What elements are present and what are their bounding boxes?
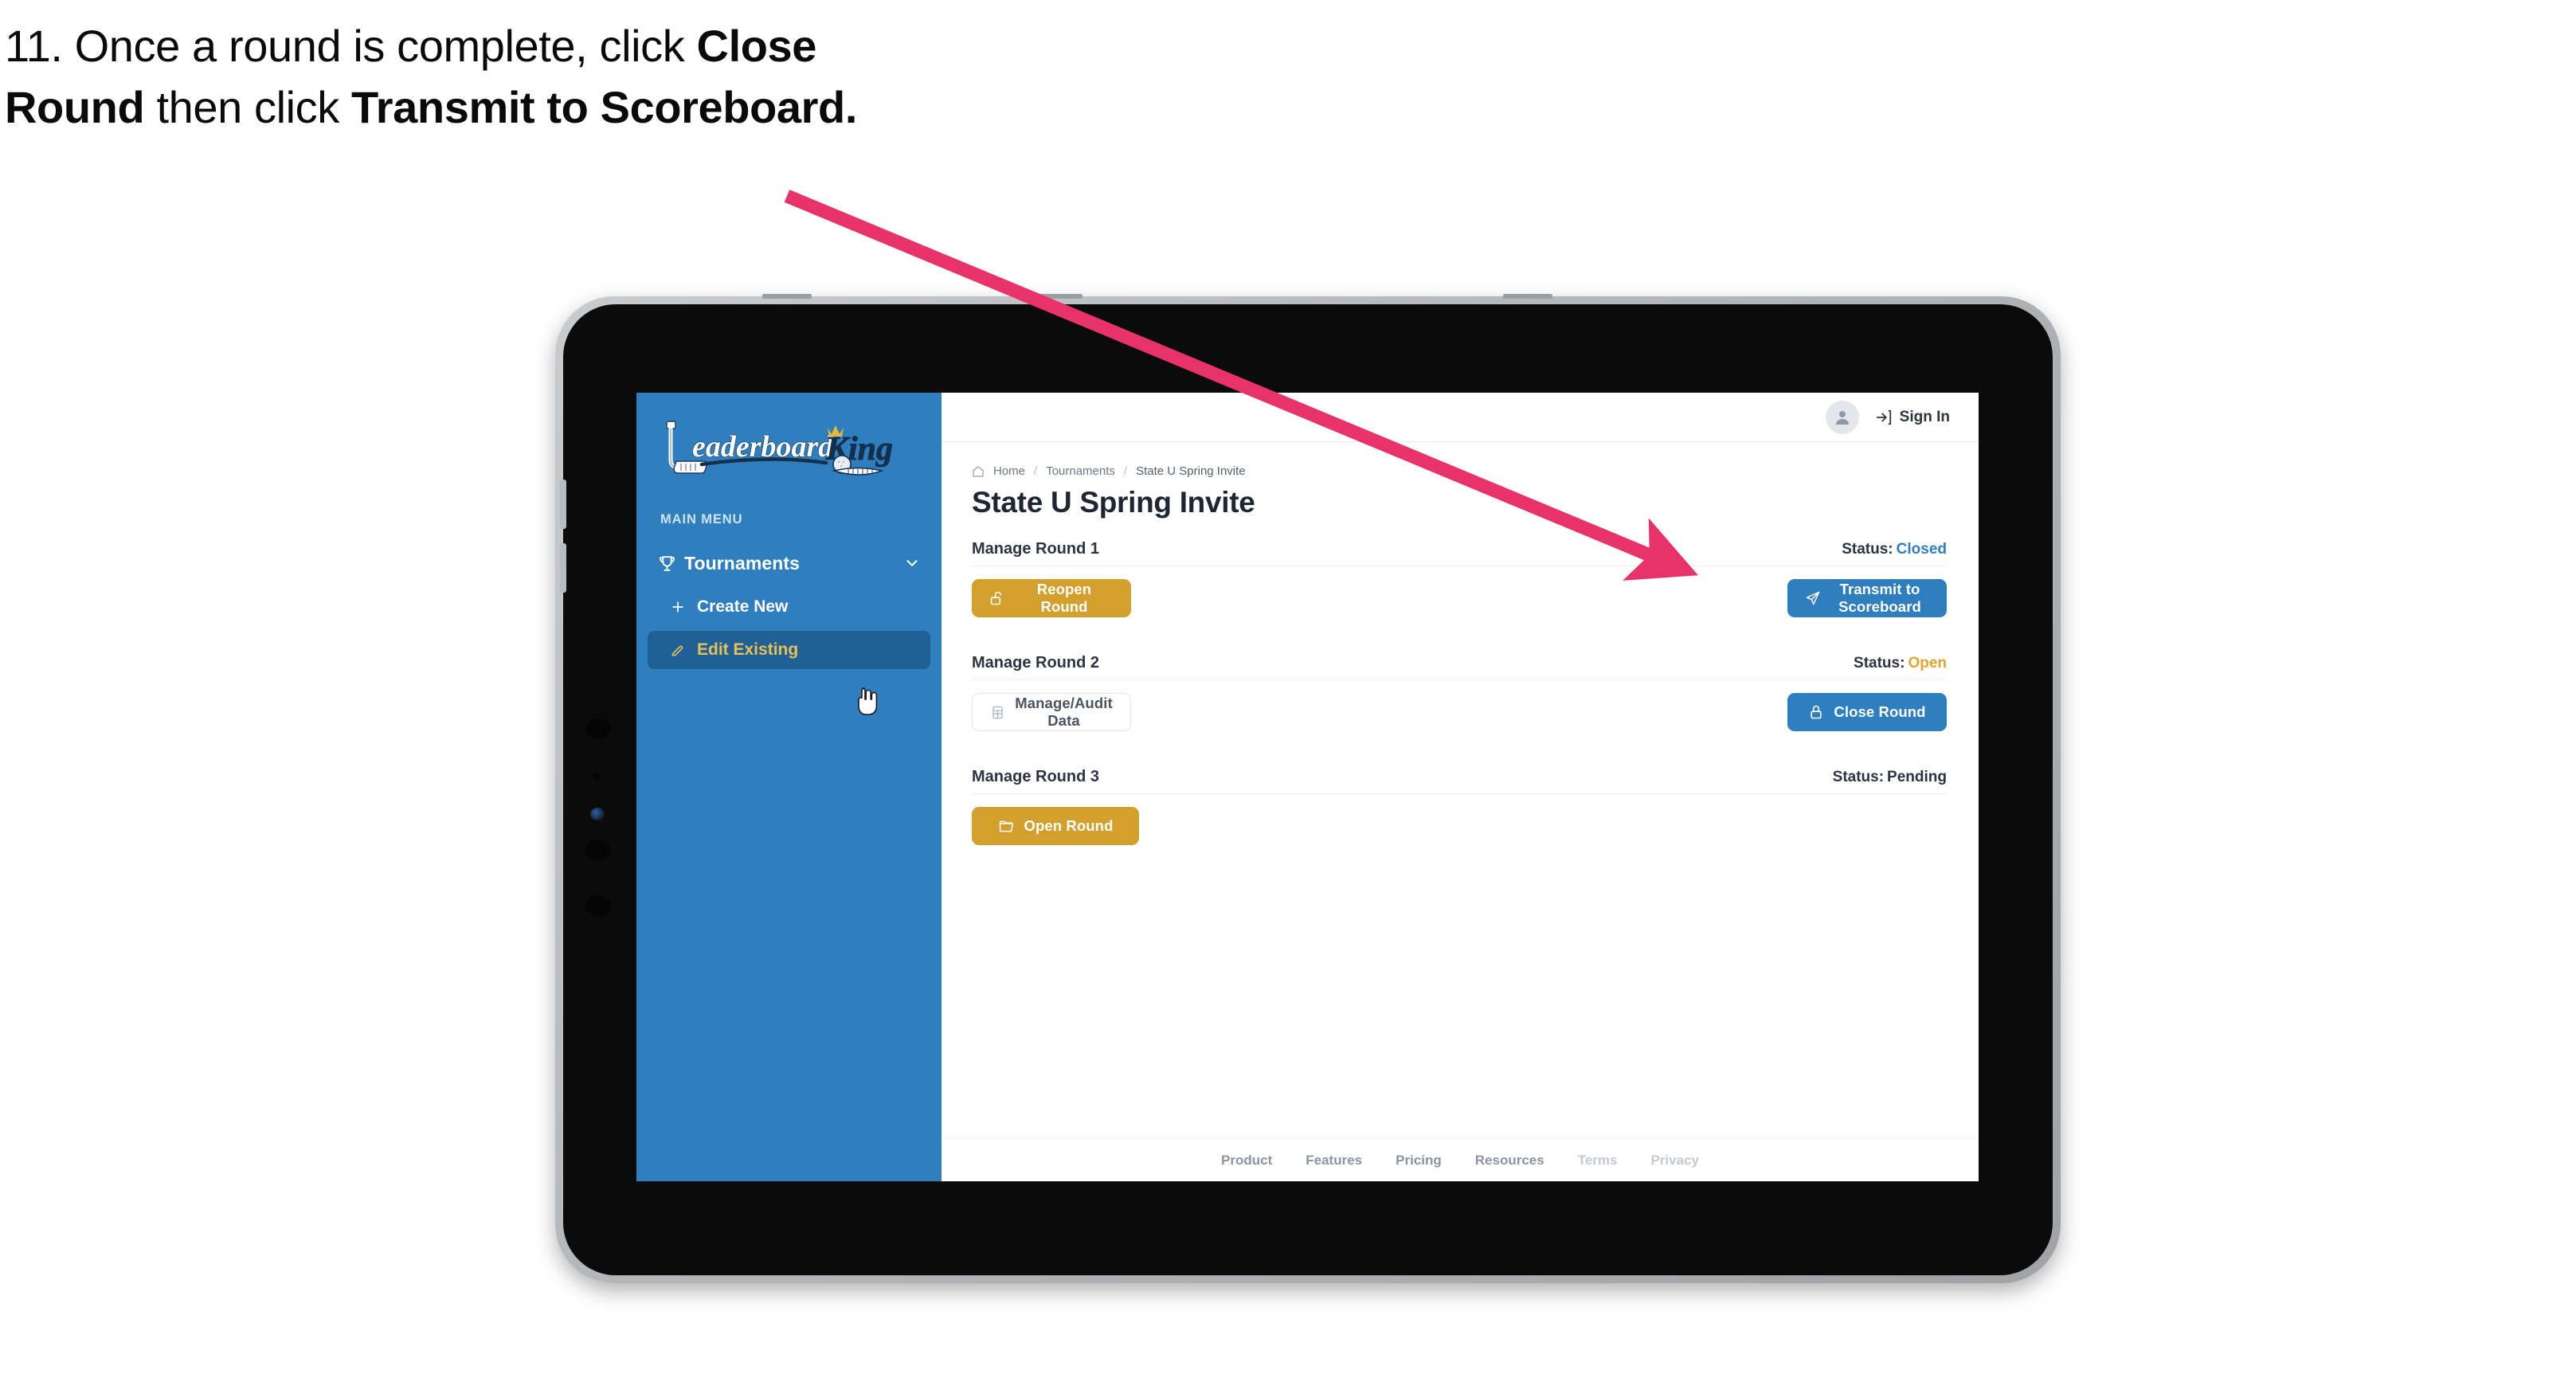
sidebar-item-edit-existing[interactable]: Edit Existing	[648, 631, 930, 669]
sign-in-icon	[1875, 409, 1893, 426]
manage-audit-data-label: Manage/Audit Data	[1015, 695, 1113, 729]
edit-icon	[670, 642, 697, 658]
close-round-label: Close Round	[1834, 703, 1926, 720]
status-badge-pending: Pending	[1887, 769, 1947, 785]
breadcrumb: Home / Tournaments / State U Spring Invi…	[972, 464, 1947, 478]
round-block-1: Manage Round 1 Status: Closed Reopen Rou…	[972, 540, 1947, 617]
paper-plane-icon	[1805, 590, 1821, 606]
tablet-sensor-icon	[593, 773, 601, 780]
plus-icon	[670, 599, 697, 615]
status-badge-closed: Closed	[1896, 541, 1947, 558]
breadcrumb-item-current: State U Spring Invite	[1136, 464, 1246, 478]
round-block-3: Manage Round 3 Status: Pending Open Roun…	[972, 768, 1947, 845]
footer-link-privacy[interactable]: Privacy	[1650, 1153, 1699, 1169]
open-round-label: Open Round	[1024, 817, 1114, 834]
status-label: Status:	[1832, 769, 1885, 785]
top-bar: Sign In	[942, 393, 1979, 442]
round-actions-1: Reopen Round Transmit to Scoreboard	[972, 579, 1947, 617]
sidebar-item-label-tournaments: Tournaments	[684, 552, 801, 574]
round-actions-2: Manage/Audit Data Close Round	[972, 693, 1947, 731]
tablet-camera-icon	[585, 718, 611, 739]
home-icon[interactable]	[972, 465, 985, 478]
caption-bold-transmit: Transmit to Scoreboard.	[351, 81, 857, 132]
close-round-button[interactable]: Close Round	[1787, 693, 1947, 731]
round-title-2: Manage Round 2	[972, 654, 1100, 671]
breadcrumb-separator: /	[1123, 464, 1128, 478]
status-label: Status:	[1842, 541, 1893, 558]
round-status-1: Status: Closed	[1842, 541, 1947, 558]
tablet-volume-button-down	[560, 543, 566, 593]
round-header: Manage Round 2 Status: Open	[972, 654, 1947, 680]
app-viewport: eaderboard King MAIN MENU Tournaments Cr…	[636, 393, 1979, 1181]
round-title-1: Manage Round 1	[972, 540, 1100, 558]
footer-link-pricing[interactable]: Pricing	[1396, 1153, 1442, 1169]
sign-in-button[interactable]: Sign In	[1875, 409, 1950, 426]
sidebar-item-create-new[interactable]: Create New	[648, 588, 930, 626]
tablet-microphone-icon	[585, 895, 611, 916]
round-header: Manage Round 1 Status: Closed	[972, 540, 1947, 566]
footer-link-product[interactable]: Product	[1221, 1153, 1272, 1169]
round-header: Manage Round 3 Status: Pending	[972, 768, 1947, 794]
trophy-icon	[657, 554, 684, 574]
sidebar-item-tournaments[interactable]: Tournaments	[636, 543, 942, 583]
table-icon	[990, 705, 1005, 720]
page-title: State U Spring Invite	[972, 486, 1255, 519]
caption-text-1: 11. Once a round is complete, click	[5, 21, 697, 71]
open-round-button[interactable]: Open Round	[972, 807, 1139, 845]
chevron-down-icon[interactable]	[903, 554, 921, 572]
footer-link-features[interactable]: Features	[1306, 1153, 1362, 1169]
round-actions-3: Open Round	[972, 807, 1947, 845]
round-block-2: Manage Round 2 Status: Open Manage/Audit…	[972, 654, 1947, 731]
sidebar-item-label-create-new: Create New	[697, 597, 789, 616]
breadcrumb-item-home[interactable]: Home	[993, 464, 1025, 478]
manage-audit-data-button[interactable]: Manage/Audit Data	[972, 693, 1131, 731]
footer-link-terms[interactable]: Terms	[1578, 1153, 1618, 1169]
sign-in-label: Sign In	[1899, 408, 1950, 425]
tablet-indicator-led-icon	[590, 808, 605, 820]
footer-link-resources[interactable]: Resources	[1475, 1153, 1544, 1169]
main-content: Sign In Home / Tournaments / State U Spr…	[942, 393, 1979, 1181]
mouse-cursor-pointer-icon	[855, 686, 882, 718]
leaderboardking-logo[interactable]: eaderboard King	[657, 415, 896, 484]
round-status-3: Status: Pending	[1833, 769, 1947, 786]
footer-nav: Product Features Pricing Resources Terms…	[942, 1138, 1979, 1181]
breadcrumb-separator: /	[1034, 464, 1038, 478]
transmit-to-scoreboard-button[interactable]: Transmit to Scoreboard	[1787, 579, 1947, 617]
breadcrumb-item-tournaments[interactable]: Tournaments	[1046, 464, 1115, 478]
tablet-speaker-icon	[585, 840, 611, 860]
folder-open-icon	[998, 818, 1015, 835]
reopen-round-label: Reopen Round	[1036, 581, 1092, 615]
status-label: Status:	[1854, 655, 1905, 671]
reopen-round-button[interactable]: Reopen Round	[972, 579, 1131, 617]
sidebar-item-label-edit-existing: Edit Existing	[697, 640, 799, 659]
sidebar: eaderboard King MAIN MENU Tournaments Cr…	[636, 393, 942, 1181]
lock-icon	[1808, 704, 1824, 720]
screenshot-root: 11. Once a round is complete, click Clos…	[0, 0, 2576, 1386]
user-avatar-icon[interactable]	[1825, 400, 1859, 434]
sidebar-section-label: MAIN MENU	[660, 512, 743, 527]
caption-text-2: then click	[144, 81, 352, 132]
unlock-icon	[989, 590, 1005, 606]
tablet-volume-button-up	[560, 480, 566, 529]
round-title-3: Manage Round 3	[972, 768, 1100, 785]
status-badge-open: Open	[1908, 655, 1947, 671]
round-status-2: Status: Open	[1854, 655, 1947, 672]
instruction-caption: 11. Once a round is complete, click Clos…	[5, 16, 857, 138]
transmit-to-scoreboard-label: Transmit to Scoreboard	[1838, 581, 1921, 615]
content-area: Home / Tournaments / State U Spring Invi…	[942, 442, 1979, 1138]
